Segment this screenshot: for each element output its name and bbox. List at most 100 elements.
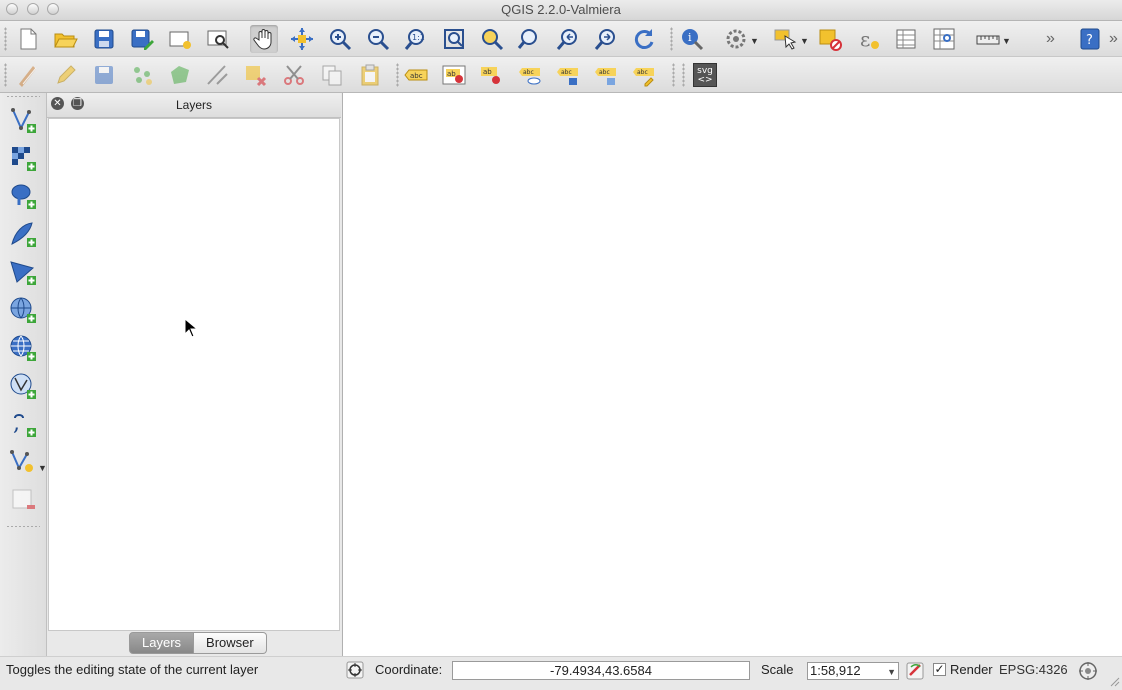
label-button[interactable]: abc [402, 61, 430, 89]
svg-annotation-button[interactable]: svg <> [691, 61, 719, 89]
zoom-in-button[interactable] [326, 25, 354, 53]
layers-tree[interactable] [48, 118, 340, 631]
svg-text:abc: abc [599, 69, 610, 76]
coordinate-field[interactable]: -79.4934,43.6584 [452, 661, 750, 680]
add-vector-layer-button[interactable] [8, 105, 38, 135]
add-wcs-layer-icon [10, 335, 36, 361]
new-project-button[interactable] [14, 25, 42, 53]
cut-features-icon [284, 65, 304, 85]
composer-manager-button[interactable] [204, 25, 232, 53]
chevron-down-icon: ▼ [887, 667, 896, 677]
tab-layers[interactable]: Layers [129, 632, 195, 654]
zoom-out-button[interactable] [364, 25, 392, 53]
change-label-button[interactable]: abc [630, 61, 658, 89]
new-layer-dropdown-icon[interactable]: ▼ [38, 463, 47, 473]
pin-labels-button[interactable]: ab [478, 61, 506, 89]
resize-grip-icon[interactable] [1110, 675, 1120, 687]
tab-browser[interactable]: Browser [194, 632, 267, 654]
toolbar-overflow-icon[interactable]: » [1046, 30, 1055, 48]
svg-text:ab: ab [447, 70, 456, 78]
measure-dropdown-icon[interactable]: ▼ [1002, 36, 1011, 46]
statistics-button[interactable] [930, 25, 958, 53]
save-project-button[interactable] [90, 25, 118, 53]
open-project-button[interactable] [51, 25, 79, 53]
move-feature-button[interactable] [166, 61, 194, 89]
new-shapefile-layer-button[interactable] [8, 447, 38, 477]
zoom-last-icon [556, 29, 577, 50]
new-print-composer-button[interactable] [166, 25, 194, 53]
paste-features-button[interactable] [356, 61, 384, 89]
save-layer-edits-button[interactable] [90, 61, 118, 89]
scale-combo[interactable]: 1:58,912 ▼ [807, 662, 899, 680]
copy-features-button[interactable] [318, 61, 346, 89]
add-delimited-text-button[interactable]: , [8, 409, 38, 439]
rotate-label-button[interactable]: abc [592, 61, 620, 89]
toggle-editing-button[interactable] [52, 61, 80, 89]
zoom-to-layer-button[interactable] [516, 25, 544, 53]
add-raster-layer-button[interactable] [8, 143, 38, 173]
cut-features-button[interactable] [280, 61, 308, 89]
show-hide-labels-button[interactable]: abc [516, 61, 544, 89]
status-message: Toggles the editing state of the current… [6, 662, 259, 677]
open-project-icon [54, 33, 78, 48]
help-button[interactable]: ? [1076, 25, 1104, 53]
main-toolbar: 1:1 i ▼ ▼ ε ▼ » ? » [0, 21, 1122, 57]
save-as-icon [131, 29, 154, 50]
delete-selected-button[interactable] [242, 61, 270, 89]
crs-status-label[interactable]: EPSG:4326 [999, 662, 1068, 677]
toolbar-grip[interactable] [4, 27, 7, 51]
composer-manager-icon [207, 30, 229, 49]
map-canvas[interactable] [342, 93, 1122, 656]
select-dropdown-icon[interactable]: ▼ [800, 36, 809, 46]
add-mssql-layer-icon [10, 261, 36, 285]
crs-button[interactable] [1078, 661, 1098, 681]
toolbar-overflow-icon[interactable]: » [1109, 30, 1118, 48]
add-feature-button[interactable] [128, 61, 156, 89]
measure-button[interactable] [974, 25, 1002, 53]
zoom-next-button[interactable] [592, 25, 620, 53]
render-checkbox[interactable]: ✓ [933, 663, 946, 676]
toolbar-grip[interactable] [682, 63, 685, 87]
panel-tab-bar: Layers Browser [129, 632, 267, 654]
zoom-last-button[interactable] [554, 25, 582, 53]
manage-layers-toolbar: , ▼ [0, 93, 47, 656]
pan-button[interactable] [250, 25, 278, 53]
zoom-to-selection-button[interactable] [478, 25, 506, 53]
add-wfs-layer-button[interactable] [8, 371, 38, 401]
action-button[interactable] [722, 25, 750, 53]
move-label-button[interactable]: abc [554, 61, 582, 89]
stop-render-button[interactable] [906, 661, 926, 681]
layer-labeling-button[interactable]: ab [440, 61, 468, 89]
deselect-button[interactable] [816, 25, 844, 53]
zoom-full-button[interactable] [440, 25, 468, 53]
attribute-table-button[interactable] [892, 25, 920, 53]
add-feature-icon [134, 67, 152, 85]
add-spatialite-layer-button[interactable] [8, 219, 38, 249]
save-as-button[interactable] [128, 25, 156, 53]
add-postgis-layer-button[interactable] [8, 181, 38, 211]
add-wcs-layer-button[interactable] [8, 333, 38, 363]
remove-layer-button[interactable] [8, 485, 38, 515]
action-dropdown-icon[interactable]: ▼ [750, 36, 759, 46]
identify-icon: i [682, 29, 704, 51]
pan-to-selection-button[interactable] [288, 25, 316, 53]
add-mssql-layer-button[interactable] [8, 257, 38, 287]
coordinate-toggle-button[interactable] [346, 661, 364, 679]
identify-button[interactable]: i [678, 25, 706, 53]
toolbar-grip[interactable] [6, 525, 40, 528]
deselect-icon [819, 29, 842, 51]
toolbar-grip[interactable] [6, 95, 40, 98]
node-tool-button[interactable] [204, 61, 232, 89]
scale-label: Scale [761, 662, 794, 677]
current-edits-button[interactable] [14, 61, 42, 89]
select-features-button[interactable] [772, 25, 800, 53]
toolbar-grip[interactable] [396, 63, 399, 87]
toolbar-grip[interactable] [672, 63, 675, 87]
svg-text:i: i [688, 31, 692, 44]
add-wms-layer-button[interactable] [8, 295, 38, 325]
zoom-actual-size-button[interactable]: 1:1 [402, 25, 430, 53]
refresh-button[interactable] [630, 25, 658, 53]
toolbar-grip[interactable] [4, 63, 7, 87]
toolbar-grip[interactable] [670, 27, 673, 51]
field-calculator-button[interactable]: ε [854, 25, 882, 53]
